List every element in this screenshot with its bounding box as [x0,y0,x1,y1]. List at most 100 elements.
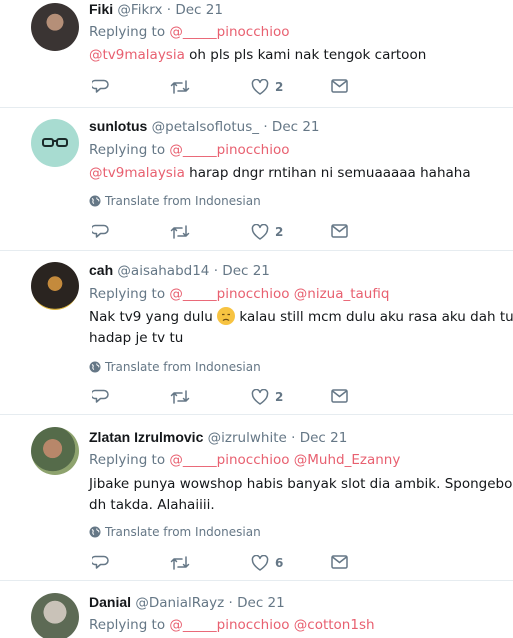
like-button[interactable]: 6 [251,555,283,571]
direct-message-button[interactable] [331,79,348,93]
handle[interactable]: @aisahabd14 [117,263,209,279]
tweet-date[interactable]: Dec 21 [222,263,270,279]
avatar[interactable] [31,119,79,167]
tweet-date[interactable]: Dec 21 [272,119,320,135]
tweet-text-content: Nak tv9 yang dulu [89,309,213,325]
direct-message-button[interactable] [331,555,348,569]
tweet-date[interactable]: Dec 21 [300,430,348,446]
retweet-button[interactable] [170,389,190,405]
tweet[interactable]: Danial @DanialRayz · Dec 21 Replying to … [0,581,513,638]
translate-link[interactable]: Translate from Indonesian [89,194,261,208]
separator-dot: · [291,430,296,446]
retweet-icon [170,80,190,94]
retweet-button[interactable] [170,79,190,95]
retweet-icon [170,390,190,404]
replying-to-label: Replying to [89,452,166,468]
reply-mention-link[interactable]: @_____pinocchioo [169,24,289,40]
display-name[interactable]: sunlotus [89,118,147,134]
replying-to: Replying to @_____pinocchioo @cotton1sh [89,617,375,633]
reply-button[interactable] [92,79,109,95]
tweet[interactable]: Fiki @Fikrx · Dec 21 Replying to @_____p… [0,0,513,108]
separator-dot: · [263,119,268,135]
tweet-actions: 6 [92,555,362,575]
display-name[interactable]: Danial [89,594,131,610]
handle[interactable]: @petalsoflotus_ [152,119,259,135]
retweet-icon [170,225,190,239]
reply-mention-link[interactable]: @nizua_taufiq [294,286,390,302]
handle[interactable]: @Fikrx [117,2,162,18]
replying-to: Replying to @_____pinocchioo [89,24,289,40]
tweet[interactable]: Zlatan Izrulmovic @izrulwhite · Dec 21 R… [0,415,513,581]
direct-message-button[interactable] [331,389,348,403]
reply-mention-link[interactable]: @_____pinocchioo [169,142,289,158]
reply-icon [92,555,109,569]
reply-mention-link[interactable]: @_____pinocchioo [169,617,289,633]
translate-label: Translate from Indonesian [105,525,261,539]
display-name[interactable]: cah [89,262,113,278]
reply-mention-link[interactable]: @Muhd_Ezanny [294,452,401,468]
like-count: 6 [275,556,284,570]
glasses-icon [42,138,68,147]
replying-to-label: Replying to [89,617,166,633]
replying-to-label: Replying to [89,24,166,40]
tweet-date[interactable]: Dec 21 [175,2,223,18]
reply-mention-link[interactable]: @_____pinocchioo [169,452,289,468]
tweet-header: Zlatan Izrulmovic @izrulwhite · Dec 21 [89,429,347,446]
display-name[interactable]: Zlatan Izrulmovic [89,429,203,445]
like-button[interactable]: 2 [251,224,283,240]
tweet-header: sunlotus @petalsoflotus_ · Dec 21 [89,118,320,135]
replying-to-label: Replying to [89,286,166,302]
tweet-actions: 2 [92,224,362,244]
tweet-date[interactable]: Dec 21 [237,595,285,611]
avatar[interactable] [31,427,79,475]
direct-message-button[interactable] [331,224,348,238]
translate-link[interactable]: Translate from Indonesian [89,360,261,374]
envelope-icon [331,79,348,93]
handle[interactable]: @izrulwhite [208,430,287,446]
globe-icon [89,195,101,207]
handle[interactable]: @DanialRayz [135,595,224,611]
translate-link[interactable]: Translate from Indonesian [89,525,261,539]
retweet-button[interactable] [170,224,190,240]
globe-icon [89,361,101,373]
tweet[interactable]: sunlotus @petalsoflotus_ · Dec 21 Replyi… [0,108,513,251]
avatar[interactable] [31,3,79,51]
replying-to: Replying to @_____pinocchioo @nizua_tauf… [89,286,389,302]
tweet-text-continued: kalau still mcm dulu aku rasa aku dah tu… [239,309,513,325]
tweet-header: Fiki @Fikrx · Dec 21 [89,1,223,18]
separator-dot: · [166,2,172,18]
globe-icon [89,526,101,538]
mention-link[interactable]: @tv9malaysia [89,47,185,63]
envelope-icon [331,389,348,403]
tweet-text: @tv9malaysia oh pls pls kami nak tengok … [89,45,426,66]
reply-icon [92,389,109,403]
tweet-text-content: oh pls pls kami nak tengok cartoon [189,47,427,63]
like-button[interactable]: 2 [251,79,283,95]
avatar[interactable] [31,593,79,638]
tweet[interactable]: cah @aisahabd14 · Dec 21 Replying to @__… [0,251,513,415]
reply-mention-link[interactable]: @cotton1sh [294,617,375,633]
reply-mention-link[interactable]: @_____pinocchioo [169,286,289,302]
retweet-button[interactable] [170,555,190,571]
tweet-header: Danial @DanialRayz · Dec 21 [89,594,285,611]
replying-to: Replying to @_____pinocchioo @Muhd_Ezann… [89,452,400,468]
tweet-text: @tv9malaysia harap dngr rntihan ni semua… [89,163,471,184]
avatar[interactable] [31,262,79,310]
reply-button[interactable] [92,389,109,405]
reply-icon [92,224,109,238]
reply-button[interactable] [92,224,109,240]
envelope-icon [331,224,348,238]
display-name[interactable]: Fiki [89,1,113,17]
translate-label: Translate from Indonesian [105,194,261,208]
retweet-icon [170,556,190,570]
tweet-actions: 2 [92,389,362,409]
envelope-icon [331,555,348,569]
tweet-text-line2: hadap je tv tu [89,330,184,346]
heart-icon [251,555,269,571]
heart-icon [251,79,269,95]
tweet-text-content: harap dngr rntihan ni semuaaaaa hahaha [189,165,471,181]
like-count: 2 [275,390,284,404]
mention-link[interactable]: @tv9malaysia [89,165,185,181]
like-button[interactable]: 2 [251,389,283,405]
reply-button[interactable] [92,555,109,571]
